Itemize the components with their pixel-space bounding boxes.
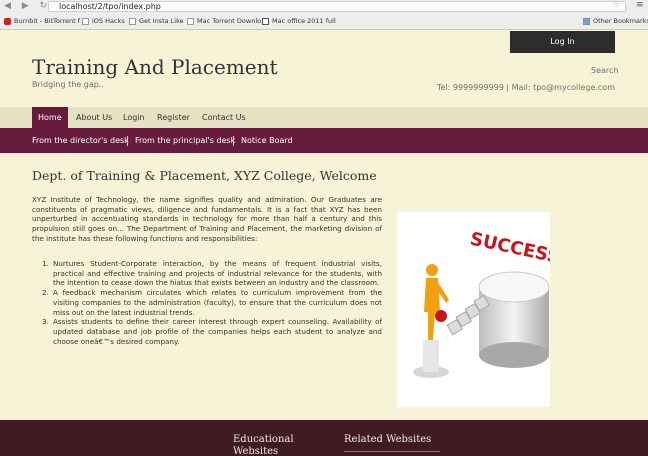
nav-item-login[interactable]: Login: [123, 107, 145, 128]
bookmark-item[interactable]: Mac office 2011 full: [262, 15, 336, 27]
contact-info: Tel: 9999999999 | Mail: tpo@mycollege.co…: [436, 83, 615, 92]
bookmark-item[interactable]: Get Insta Like: [129, 15, 184, 27]
footer-heading-related: Related Websites: [344, 434, 432, 445]
list-item: 2. A feedback mechanism circulates which …: [42, 288, 382, 317]
subnav-separator: [233, 136, 234, 146]
folder-icon: [583, 17, 590, 25]
subnav-item-notice-board[interactable]: Notice Board: [241, 128, 293, 153]
footer-heading-educational: Educational Websites: [233, 434, 294, 456]
browser-nav-icons[interactable]: ◀ ▶ ↻: [4, 1, 51, 11]
site-title: Training And Placement: [32, 55, 278, 79]
nav-item-register[interactable]: Register: [157, 107, 190, 128]
url-text: localhost/2/tpo/index.php: [59, 2, 161, 11]
success-illustration: SUCCESS: [413, 228, 550, 378]
page-icon: [82, 17, 89, 25]
subnav-item-director[interactable]: From the director's desk: [32, 128, 129, 153]
bookmark-item[interactable]: Burnbit - BitTorrent f: [4, 15, 80, 27]
menu-icon[interactable]: ≡: [636, 0, 644, 10]
document-icon: [262, 17, 269, 25]
responsibilities-list: 1. Nurtures Student-Corporate interaction…: [42, 259, 382, 346]
site-tagline: Bridging the gap..: [32, 80, 104, 89]
login-tab-button[interactable]: Log In: [510, 31, 615, 53]
sub-nav: From the director's desk From the princi…: [0, 128, 648, 153]
bookmark-item[interactable]: iOS Hacks: [82, 15, 125, 27]
page-icon: [187, 17, 194, 25]
page-icon: [129, 17, 136, 25]
success-text: SUCCESS: [468, 228, 550, 268]
footer-divider: [344, 451, 440, 452]
page-heading: Dept. of Training & Placement, XYZ Colle…: [32, 168, 377, 183]
other-bookmarks[interactable]: Other Bookmarks: [583, 15, 648, 27]
search-link[interactable]: Search: [591, 66, 618, 75]
nav-item-home[interactable]: Home: [32, 107, 68, 128]
nav-item-about-us[interactable]: About Us: [76, 107, 112, 128]
address-bar[interactable]: localhost/2/tpo/index.php ☆: [48, 1, 626, 12]
main-nav: Home About Us Login Register Contact Us: [0, 107, 648, 128]
subnav-separator: [127, 136, 128, 146]
list-item: 1. Nurtures Student-Corporate interaction…: [42, 259, 382, 288]
nav-item-contact-us[interactable]: Contact Us: [202, 107, 246, 128]
bookmark-star-icon[interactable]: ☆: [612, 1, 620, 10]
subnav-item-principal[interactable]: From the principal's desk: [135, 128, 235, 153]
site-footer: [0, 420, 648, 456]
success-image: SUCCESS: [397, 212, 550, 407]
browser-toolbar: ◀ ▶ ↻ localhost/2/tpo/index.php ☆ ≡ Burn…: [0, 0, 648, 30]
youtube-icon: [4, 17, 11, 25]
intro-paragraph: XYZ Institute of Technology, the name si…: [32, 195, 382, 243]
bookmark-item[interactable]: Mac Torrent Downlo: [187, 15, 261, 27]
list-item: 3. Assists students to define their caree…: [42, 317, 382, 346]
